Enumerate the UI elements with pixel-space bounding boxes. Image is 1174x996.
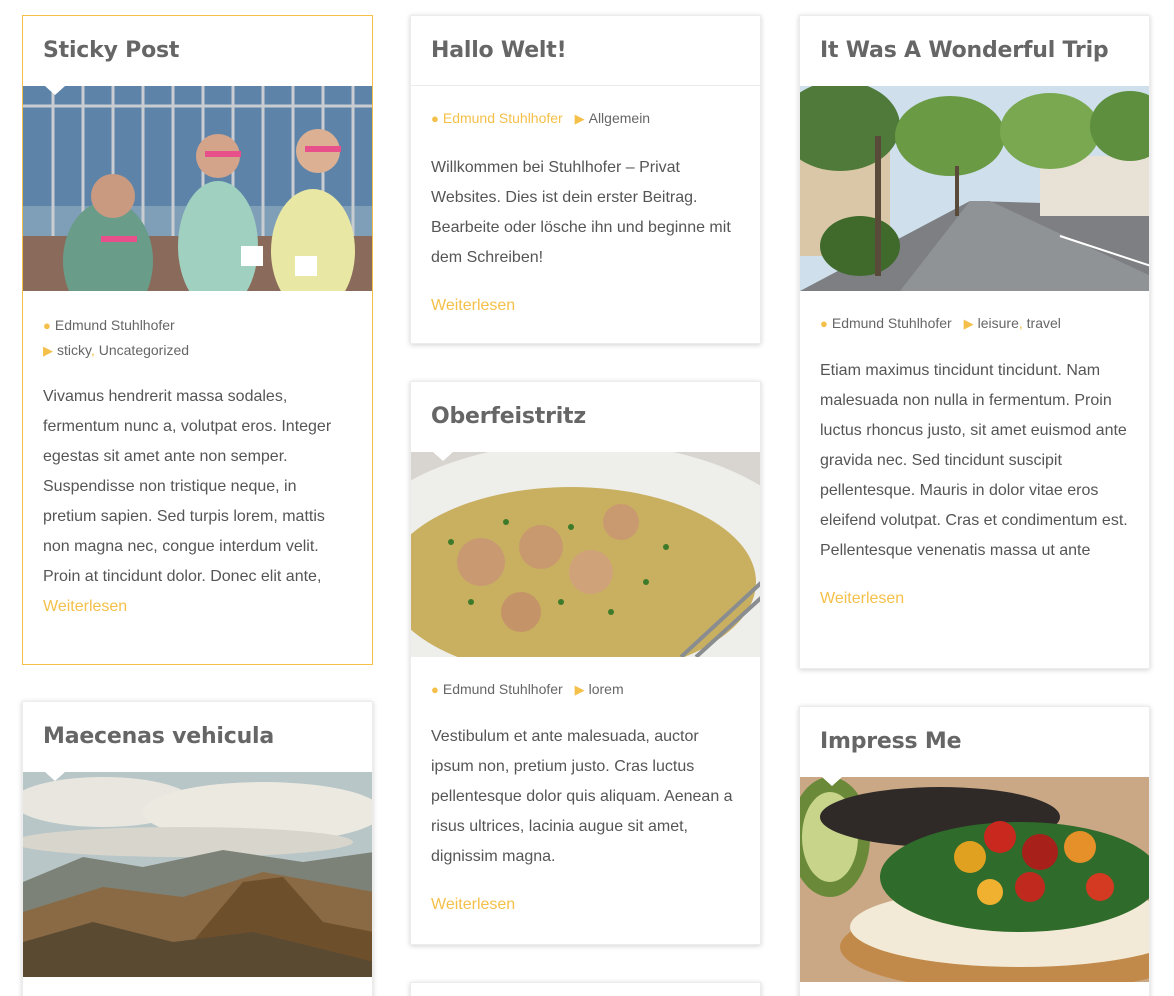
author-link[interactable]: Edmund Stuhlhofer: [832, 315, 952, 331]
mountains-photo: [23, 772, 372, 977]
post-thumbnail-bruschetta[interactable]: [800, 777, 1149, 982]
post-title[interactable]: It Was A Wonderful Trip: [800, 16, 1149, 86]
category-link[interactable]: sticky: [57, 342, 91, 358]
post-thumbnail-soup[interactable]: [411, 452, 760, 657]
author-link[interactable]: Edmund Stuhlhofer: [443, 681, 563, 697]
soup-photo: [411, 452, 760, 657]
street-photo: [800, 86, 1149, 291]
post-card-maecenas: Maecenas vehicula: [22, 701, 373, 996]
post-excerpt: Vestibulum et ante malesuada, auctor ips…: [431, 728, 733, 865]
thumbnail-notch: [45, 772, 65, 781]
user-icon: ●: [431, 111, 439, 126]
post-card-hallo-welt: Hallo Welt! ● Edmund Stuhlhofer ▶ Allgemei…: [410, 15, 761, 344]
author-link[interactable]: Edmund Stuhlhofer: [55, 317, 175, 333]
thumbnail-notch: [433, 452, 453, 461]
thumbnail-notch: [822, 777, 842, 786]
post-thumbnail-mountains[interactable]: [23, 772, 372, 977]
runners-photo: [23, 86, 372, 291]
post-meta: ● Edmund Stuhlhofer ▶ sticky, Uncategorize…: [43, 317, 190, 358]
category-link[interactable]: Allgemein: [589, 110, 650, 126]
category-link[interactable]: lorem: [589, 681, 624, 697]
post-thumbnail-street[interactable]: [800, 86, 1149, 291]
post-excerpt: Etiam maximus tincidunt tincidunt. Nam m…: [820, 362, 1128, 559]
category-link[interactable]: travel: [1027, 315, 1061, 331]
user-icon: ●: [43, 318, 51, 333]
folder-icon: ▶: [574, 682, 585, 697]
post-excerpt: Vivamus hendrerit massa sodales, ferment…: [43, 388, 332, 585]
post-title[interactable]: Oberfeistritz: [411, 382, 760, 452]
post-meta: ● Edmund Stuhlhofer ▶ lorem: [411, 657, 760, 702]
thumbnail-notch: [45, 86, 65, 95]
read-more-link[interactable]: Weiterlesen: [800, 566, 1149, 608]
post-title[interactable]: Maecenas vehicula: [23, 702, 372, 772]
user-icon: ●: [431, 682, 439, 697]
post-card-impress-me: Impress Me: [799, 706, 1150, 996]
folder-icon: ▶: [574, 111, 585, 126]
category-link[interactable]: leisure: [978, 315, 1019, 331]
folder-icon: ▶: [963, 316, 974, 331]
post-card-sticky: Sticky Post ● Edmund Stuhlhofer ▶ sticky…: [22, 15, 373, 665]
read-more-link[interactable]: Weiterlesen: [411, 273, 760, 315]
post-title[interactable]: Impress Me: [800, 707, 1149, 777]
post-meta: ● Edmund Stuhlhofer ▶ leisure, travel: [820, 315, 1061, 331]
bruschetta-photo: [800, 777, 1149, 982]
post-excerpt: Willkommen bei Stuhlhofer – Privat Websi…: [431, 159, 731, 266]
author-link[interactable]: Edmund Stuhlhofer: [443, 110, 563, 126]
read-more-link[interactable]: Weiterlesen: [411, 872, 760, 914]
read-more-link[interactable]: Weiterlesen: [23, 587, 372, 616]
folder-icon: ▶: [43, 343, 53, 358]
post-meta: ● Edmund Stuhlhofer ▶ Allgemein: [411, 86, 760, 131]
post-title[interactable]: Hallo Welt!: [411, 16, 760, 86]
category-link[interactable]: Uncategorized: [99, 342, 189, 358]
post-title[interactable]: Sticky Post: [23, 16, 372, 86]
post-card-wonderful-trip: It Was A Wonderful Trip ● Edmund Stuhlhof…: [799, 15, 1150, 669]
user-icon: ●: [820, 316, 828, 331]
post-thumbnail-runners[interactable]: [23, 86, 372, 291]
post-card-oberfeistritz: Oberfeistritz ● Edmund Stuhlhofer ▶ lorem: [410, 381, 761, 945]
post-card-partial: [410, 982, 761, 996]
